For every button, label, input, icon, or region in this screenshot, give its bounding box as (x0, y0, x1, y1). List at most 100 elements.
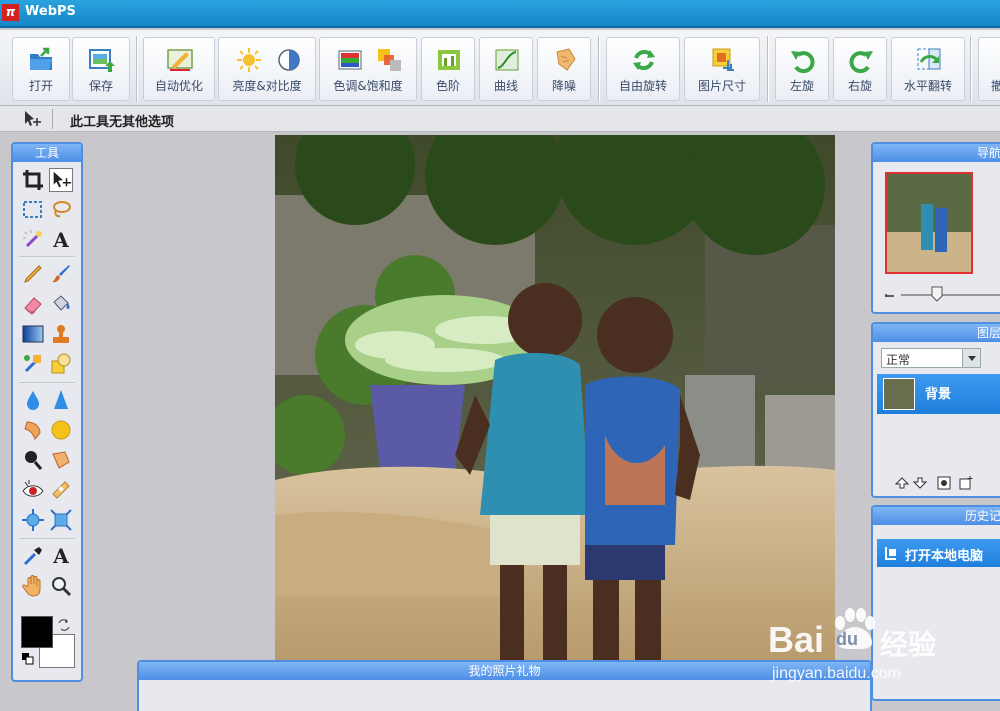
free-rotate-icon (633, 50, 655, 70)
zoom-out-icon[interactable] (885, 290, 895, 298)
auto-enhance-label: 自动优化 (154, 79, 203, 93)
layer-mask-icon[interactable] (937, 476, 951, 490)
burn-tool-icon[interactable] (49, 448, 73, 472)
navigator-title: 导航 (873, 144, 1000, 162)
image-canvas[interactable] (275, 135, 835, 660)
text-tool-icon[interactable]: A (49, 228, 73, 252)
open-button[interactable]: 打开 (12, 37, 70, 101)
free-rotate-button[interactable]: 自由旋转 (606, 37, 680, 101)
pinch-tool-icon[interactable] (49, 508, 73, 532)
curves-button[interactable]: 曲线 (479, 37, 533, 101)
auto-enhance-button[interactable]: 自动优化 (143, 37, 215, 101)
stamp-tool-icon[interactable] (49, 322, 73, 346)
bloat-tool-icon[interactable] (21, 508, 45, 532)
layer-up-icon[interactable] (895, 476, 909, 490)
rect-select-tool-icon[interactable] (21, 198, 45, 222)
image-size-icon (712, 48, 734, 71)
tools-panel-title: 工具 (13, 144, 81, 162)
layer-row[interactable]: 背景 (877, 374, 1000, 414)
undo-button[interactable]: 撤 (978, 37, 1000, 101)
swap-colors-icon[interactable] (57, 618, 71, 632)
flip-horizontal-button[interactable]: 水平翻转 (891, 37, 965, 101)
hue-saturation-button[interactable]: 色调&饱和度 (319, 37, 417, 101)
watermark-du: du (836, 629, 858, 649)
move-tool-icon[interactable] (49, 168, 73, 192)
history-entry[interactable]: 打开本地电脑 (877, 539, 1000, 567)
image-size-label: 图片尺寸 (697, 79, 746, 93)
hand-tool-icon[interactable] (21, 574, 45, 598)
text-tool-2-icon[interactable]: A (49, 544, 73, 568)
undo-label: 撤 (991, 79, 1000, 93)
rotate-right-label: 右旋 (847, 79, 872, 93)
navigator-thumbnail[interactable] (885, 172, 973, 274)
brush-tool-icon[interactable] (49, 262, 73, 286)
denoise-label: 降噪 (551, 79, 576, 93)
tools-panel: 工具 A A (11, 142, 83, 682)
new-layer-icon[interactable] (959, 476, 973, 490)
rotate-right-icon (849, 51, 873, 74)
toolbar-divider (136, 36, 138, 102)
watermark-brand: Bai (768, 619, 825, 660)
brightness-contrast-label: 亮度&对比度 (232, 79, 302, 93)
brightness-contrast-button[interactable]: 亮度&对比度 (218, 37, 316, 101)
curves-label: 曲线 (493, 79, 518, 93)
move-tool-icon (25, 111, 41, 126)
default-colors-icon[interactable] (21, 652, 35, 666)
sun-icon (237, 48, 261, 72)
watermark-url: jingyan.baidu.com (772, 665, 901, 682)
history-entry-label: 打开本地电脑 (905, 549, 984, 564)
hue-saturation-label: 色调&饱和度 (333, 79, 403, 93)
hue-icon (338, 50, 362, 70)
options-message: 此工具无其他选项 (70, 115, 175, 130)
gradient-tool-icon[interactable] (21, 322, 45, 346)
red-eye-tool-icon[interactable] (21, 478, 45, 502)
zoom-tool-icon[interactable] (49, 574, 73, 598)
pencil-tool-icon[interactable] (21, 262, 45, 286)
dodge-tool-icon[interactable] (21, 448, 45, 472)
blend-mode-select[interactable]: 正常 (881, 348, 981, 368)
shape-tool-icon[interactable] (49, 352, 73, 376)
main-toolbar: 打开 保存 自动优化 亮度&对比度 色调&饱和度 色阶 曲线 降噪 自由旋转 图… (0, 30, 1000, 106)
crop-tool-icon[interactable] (21, 168, 45, 192)
layer-name: 背景 (925, 387, 952, 402)
open-label: 打开 (28, 79, 53, 93)
tools-divider (19, 256, 75, 257)
smudge-tool-icon[interactable] (21, 418, 45, 442)
toolbar-divider (767, 36, 769, 102)
curves-icon (495, 49, 519, 71)
flip-horizontal-icon (917, 48, 941, 70)
contrast-icon (278, 49, 300, 71)
replace-color-tool-icon[interactable] (21, 352, 45, 376)
fill-bucket-tool-icon[interactable] (49, 292, 73, 316)
rotate-left-button[interactable]: 左旋 (775, 37, 829, 101)
save-label: 保存 (88, 79, 113, 93)
lasso-tool-icon[interactable] (49, 198, 73, 222)
eraser-tool-icon[interactable] (21, 292, 45, 316)
toolbar-divider (598, 36, 600, 102)
zoom-slider-thumb-icon[interactable] (931, 286, 943, 302)
save-button[interactable]: 保存 (72, 37, 130, 101)
levels-icon (438, 50, 460, 70)
thumbnail-child-left (921, 204, 933, 250)
sponge-tool-icon[interactable] (49, 418, 73, 442)
chevron-down-icon[interactable] (962, 349, 980, 367)
magic-wand-tool-icon[interactable] (21, 228, 45, 252)
rotate-left-icon (791, 51, 815, 74)
layer-thumbnail (883, 378, 915, 410)
zoom-slider-track[interactable] (901, 294, 1000, 296)
denoise-icon (556, 48, 576, 71)
foreground-color-front[interactable] (21, 616, 53, 648)
sharpen-tool-icon[interactable] (49, 388, 73, 412)
levels-label: 色阶 (435, 79, 460, 93)
color-picker-tool-icon[interactable] (21, 544, 45, 568)
levels-button[interactable]: 色阶 (421, 37, 475, 101)
blur-tool-icon[interactable] (21, 388, 45, 412)
rotate-right-button[interactable]: 右旋 (833, 37, 887, 101)
auto-enhance-icon (167, 49, 193, 71)
denoise-button[interactable]: 降噪 (537, 37, 591, 101)
image-size-button[interactable]: 图片尺寸 (684, 37, 760, 101)
app-title: WebPS (25, 4, 76, 19)
bandage-tool-icon[interactable] (49, 478, 73, 502)
layer-down-icon[interactable] (913, 476, 927, 490)
tools-divider (19, 538, 75, 539)
